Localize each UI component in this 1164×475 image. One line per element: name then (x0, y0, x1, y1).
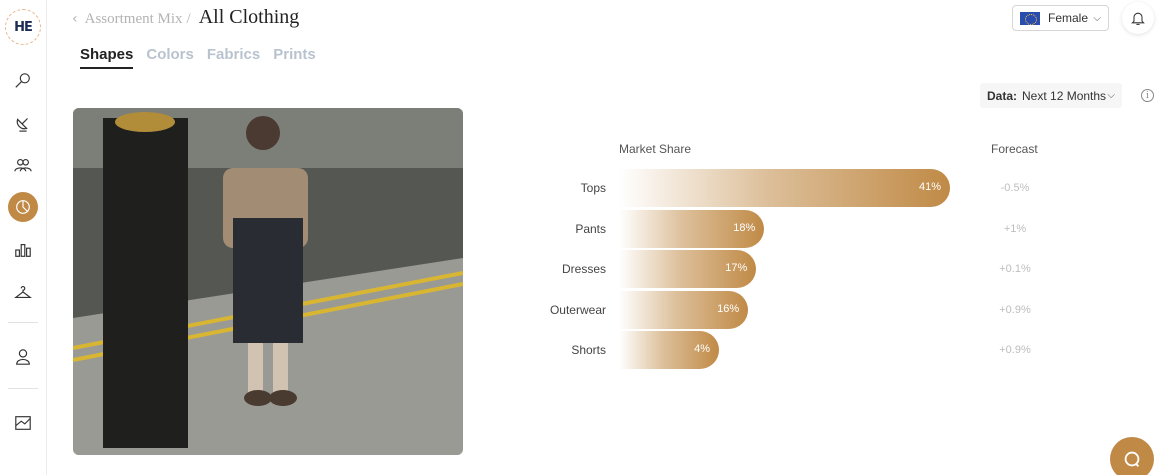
gender-select-value: Female (1048, 11, 1089, 25)
notifications-button[interactable] (1122, 2, 1154, 34)
data-select-label: Data: (987, 88, 1018, 103)
forecast-value: -0.5% (1000, 182, 1030, 194)
category-label: Shorts (571, 343, 606, 357)
bar-value-label: 18% (733, 221, 756, 234)
gender-select[interactable]: Female ⌵ (1012, 5, 1109, 31)
bar-chart-icon[interactable] (8, 235, 38, 265)
search-icon[interactable] (8, 66, 38, 96)
hanger-icon[interactable] (8, 277, 38, 307)
category-label: Pants (575, 221, 606, 236)
category-label: Outerwear (549, 302, 606, 317)
market-share-bar[interactable]: 4% (619, 331, 719, 369)
breadcrumb-parent-link[interactable]: Assortment Mix (85, 11, 183, 28)
bar-value-label: 41% (918, 181, 941, 193)
product-photo (73, 108, 463, 455)
users-icon[interactable] (8, 150, 38, 180)
report-icon[interactable] (8, 408, 38, 438)
forecast-value: +0.9% (999, 303, 1031, 316)
breadcrumb: ‹ Assortment Mix / All Clothing (72, 6, 299, 29)
tab-colors[interactable]: Colors (146, 46, 194, 69)
category-label: Dresses (561, 262, 606, 276)
forecast-value: +1% (1003, 222, 1027, 235)
bar-value-label: 4% (694, 343, 710, 355)
data-period-select[interactable]: Data: Next 12 Months ⌵ (980, 83, 1122, 108)
tab-prints[interactable]: Prints (273, 46, 316, 69)
data-select-value: Next 12 Months (1022, 88, 1107, 103)
forecast-value: +0.9% (999, 344, 1031, 356)
bar-value-label: 17% (725, 262, 748, 274)
chevron-down-icon: ⌵ (1093, 12, 1101, 24)
market-share-bar[interactable]: 17% (619, 250, 757, 288)
page-title: All Clothing (198, 6, 300, 28)
sidebar-divider (8, 322, 38, 323)
pie-chart-icon[interactable] (8, 192, 38, 222)
forecast-value: +0.1% (999, 263, 1031, 275)
sidebar-divider (8, 388, 38, 389)
brand-logo[interactable]: HE (5, 9, 41, 45)
breadcrumb-separator: / (186, 11, 191, 27)
back-chevron-icon[interactable]: ‹ (72, 11, 78, 27)
chat-icon (1124, 451, 1140, 467)
sidebar: HE (0, 0, 47, 475)
satellite-icon[interactable] (8, 108, 38, 138)
market-share-bar[interactable]: 16% (619, 290, 749, 329)
forecast-header: Forecast (991, 142, 1038, 156)
eu-flag-icon (1020, 11, 1040, 25)
tab-fabrics[interactable]: Fabrics (207, 46, 260, 69)
category-label: Tops (580, 181, 606, 195)
market-share-bar[interactable]: 41% (619, 169, 950, 207)
market-share-header: Market Share (619, 142, 692, 156)
chevron-down-icon: ⌵ (1107, 90, 1115, 101)
bar-value-label: 16% (717, 302, 740, 315)
tab-shapes[interactable]: Shapes (80, 46, 134, 69)
chat-button[interactable] (1110, 437, 1154, 475)
market-share-bar[interactable]: 18% (619, 209, 765, 248)
person-icon[interactable] (8, 342, 38, 372)
tab-bar: Shapes Colors Fabrics Prints (80, 46, 316, 69)
info-icon[interactable]: i (1141, 89, 1154, 102)
logo-text: HE (14, 19, 33, 35)
bell-icon (1131, 12, 1145, 25)
